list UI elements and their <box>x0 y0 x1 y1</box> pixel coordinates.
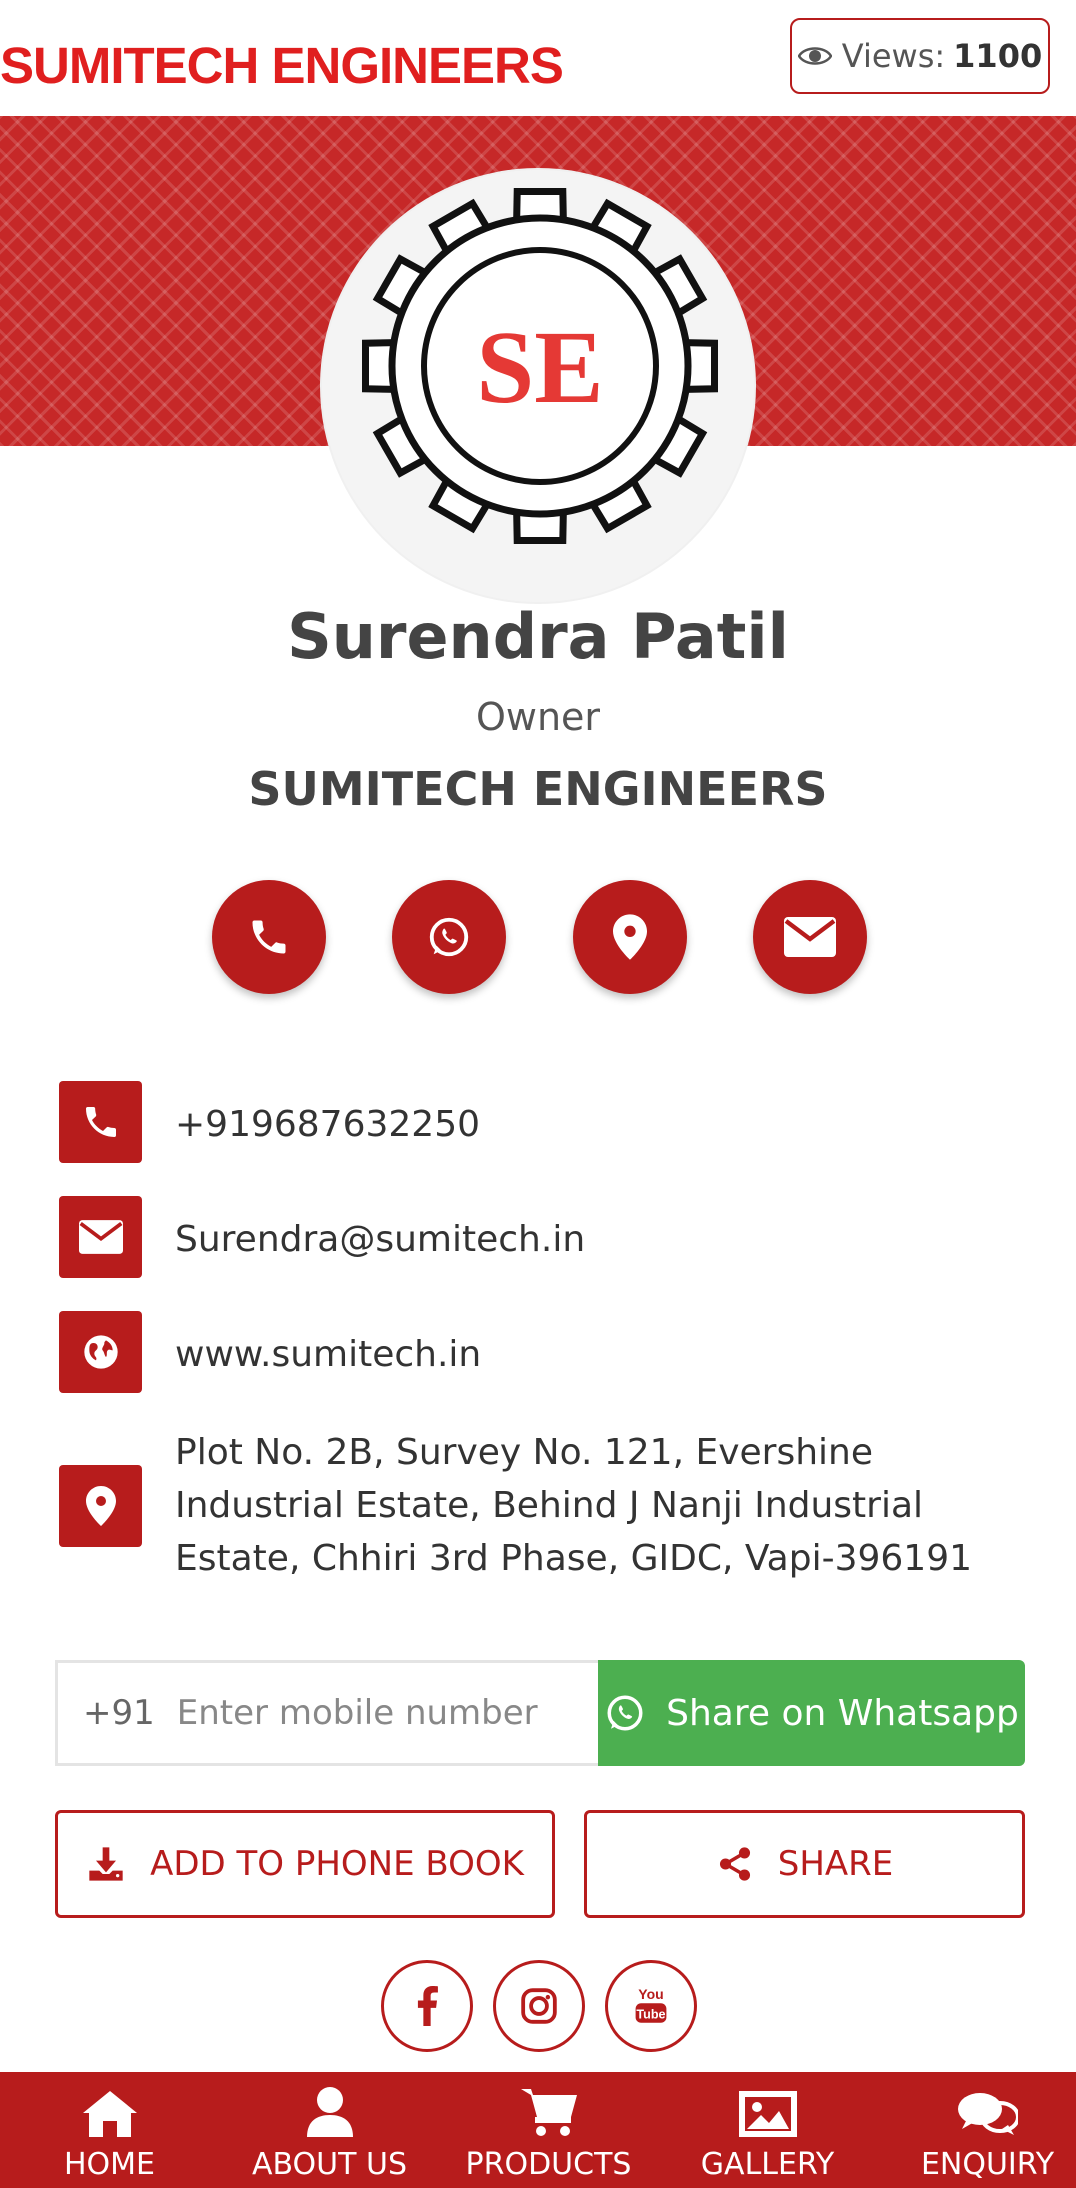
image-icon <box>738 2091 797 2137</box>
home-icon <box>82 2091 137 2137</box>
globe-icon <box>83 1335 118 1369</box>
youtube-icon: You Tube <box>635 1986 667 2023</box>
website-info-icon-box <box>59 1311 142 1393</box>
address-line-3: Estate, Chhiri 3rd Phase, GIDC, Vapi-396… <box>175 1538 973 1579</box>
email-link[interactable]: Surendra@sumitech.in <box>175 1213 585 1266</box>
youtube-link[interactable]: You Tube <box>605 1960 697 2052</box>
download-icon <box>89 1847 123 1881</box>
mobile-input-group: +91 <box>55 1660 600 1766</box>
person-name: Surendra Patil <box>287 600 789 673</box>
company-logo: SE <box>322 170 754 602</box>
whatsapp-button[interactable] <box>392 880 506 994</box>
nav-enquiry-label: ENQUIRY <box>920 2147 1055 2182</box>
nav-home[interactable]: HOME <box>2 2072 217 2188</box>
instagram-link[interactable] <box>493 1960 585 2052</box>
share-on-whatsapp-button[interactable]: Share on Whatsapp <box>598 1660 1025 1766</box>
company-name: SUMITECH ENGINEERS <box>248 762 828 816</box>
nav-gallery-label: GALLERY <box>700 2147 835 2182</box>
call-button[interactable] <box>212 880 326 994</box>
add-to-phonebook-button[interactable]: ADD TO PHONE BOOK <box>55 1810 555 1918</box>
whatsapp-icon <box>429 917 469 957</box>
nav-about-us-label: ABOUT US <box>251 2147 407 2182</box>
nav-gallery[interactable]: GALLERY <box>660 2072 875 2188</box>
share-icon <box>719 1847 750 1881</box>
svg-text:Tube: Tube <box>636 2008 665 2022</box>
nav-home-label: HOME <box>63 2147 155 2182</box>
phone-info-icon-box <box>59 1081 142 1163</box>
address-line-1: Plot No. 2B, Survey No. 121, Evershine <box>175 1432 874 1473</box>
location-button[interactable] <box>573 880 687 994</box>
cart-icon <box>520 2089 577 2136</box>
user-icon <box>306 2087 353 2137</box>
eye-icon <box>797 47 832 65</box>
email-button[interactable] <box>753 880 867 994</box>
bottom-navigation: HOME ABOUT US PRODUCTS GALLERY ENQUIRY <box>0 2072 1076 2188</box>
whatsapp-icon <box>607 1695 643 1731</box>
facebook-icon <box>417 1986 438 2026</box>
top-bar: SUMITECH ENGINEERS Views: 1100 <box>0 0 1076 116</box>
website-link[interactable]: www.sumitech.in <box>175 1328 481 1381</box>
address-line-2: Industrial Estate, Behind J Nanji Indust… <box>175 1485 924 1526</box>
envelope-icon <box>784 917 836 957</box>
address-info-icon-box <box>59 1465 142 1547</box>
share-button[interactable]: SHARE <box>584 1810 1025 1918</box>
email-info-icon-box <box>59 1196 142 1278</box>
country-code-prefix: +91 <box>83 1693 155 1733</box>
brand-title: SUMITECH ENGINEERS <box>0 37 564 94</box>
gear-logo-icon: SE <box>362 188 718 544</box>
instagram-icon <box>521 1988 557 2024</box>
phone-icon <box>252 920 286 954</box>
address-text[interactable]: Plot No. 2B, Survey No. 121, Evershine I… <box>175 1426 972 1585</box>
views-label: Views: <box>841 37 946 75</box>
svg-text:You: You <box>638 1986 663 2002</box>
nav-products[interactable]: PRODUCTS <box>441 2072 656 2188</box>
phone-number-link[interactable]: +919687632250 <box>175 1098 480 1151</box>
envelope-icon <box>78 1220 123 1254</box>
location-pin-icon <box>85 1486 116 1526</box>
nav-enquiry[interactable]: ENQUIRY <box>880 2072 1076 2188</box>
location-pin-icon <box>613 914 647 960</box>
views-counter: Views: 1100 <box>790 18 1050 94</box>
chat-icon <box>957 2093 1018 2135</box>
mobile-number-input[interactable] <box>174 1692 579 1734</box>
views-count: 1100 <box>953 37 1043 75</box>
svg-text:SE: SE <box>476 310 603 425</box>
share-label: SHARE <box>777 1844 894 1884</box>
facebook-link[interactable] <box>381 1960 473 2052</box>
share-on-whatsapp-label: Share on Whatsapp <box>666 1692 1019 1734</box>
nav-about-us[interactable]: ABOUT US <box>222 2072 437 2188</box>
whatsapp-share-row: +91 Share on Whatsapp <box>55 1660 1025 1766</box>
nav-products-label: PRODUCTS <box>465 2147 632 2182</box>
add-to-phonebook-label: ADD TO PHONE BOOK <box>150 1844 524 1884</box>
person-role: Owner <box>475 695 601 739</box>
phone-icon <box>85 1107 116 1137</box>
